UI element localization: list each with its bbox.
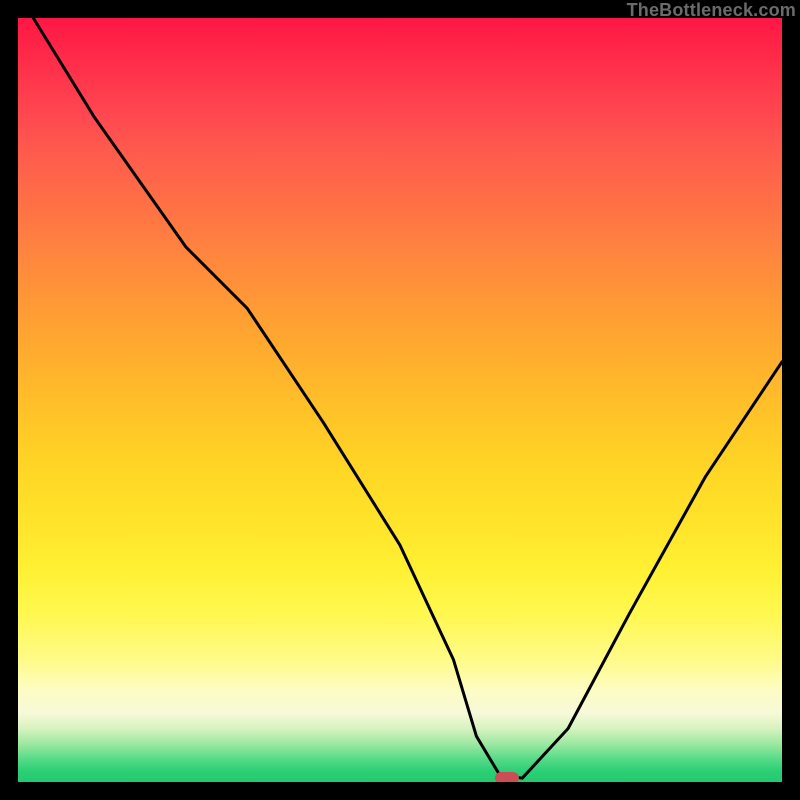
plot-area xyxy=(18,18,782,782)
bottleneck-curve xyxy=(18,18,782,782)
optimal-point-marker xyxy=(495,772,519,782)
chart-container: TheBottleneck.com xyxy=(0,0,800,800)
